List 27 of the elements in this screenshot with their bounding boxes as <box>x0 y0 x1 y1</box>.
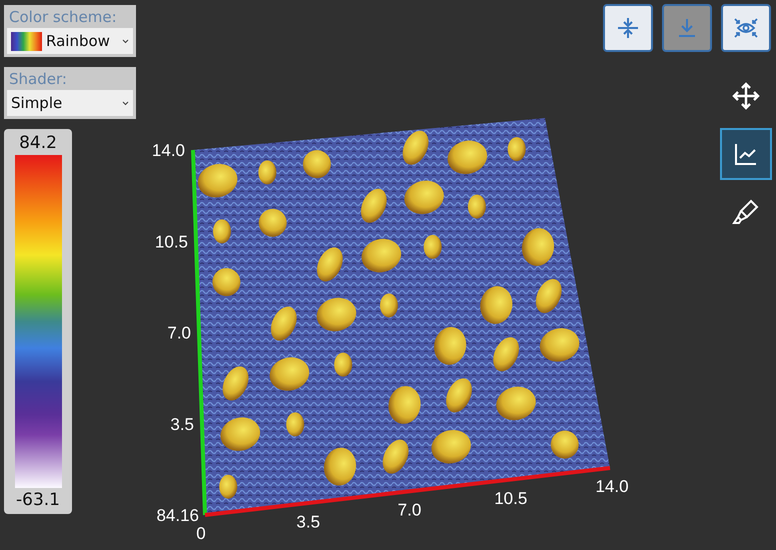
color-scheme-label: Color scheme: <box>8 8 118 26</box>
z-value-label: 84.16 <box>156 506 199 525</box>
shader-dropdown[interactable]: Simple <box>7 90 133 116</box>
x-tick-label: 3.5 <box>296 512 320 532</box>
color-scheme-dropdown[interactable]: Rainbow <box>7 28 133 54</box>
compress-button[interactable] <box>603 4 653 52</box>
x-tick-label: 10.5 <box>494 488 528 508</box>
legend-max-value: 84.2 <box>19 133 57 153</box>
x-tick-label: 0 <box>196 524 206 543</box>
y-tick-label: 7.0 <box>167 324 191 342</box>
chevron-down-icon <box>122 100 129 106</box>
move-arrows-icon <box>731 81 761 111</box>
eye-focus-icon <box>733 16 759 40</box>
focus-button[interactable] <box>721 4 771 52</box>
marker-pen-icon <box>731 197 761 227</box>
surface-plot-drawing[interactable]: 14.0 10.5 7.0 3.5 0 3.5 7.0 10.5 14.0 84.16 <box>150 105 650 545</box>
y-tick-label: 14.0 <box>152 141 185 160</box>
x-tick-label: 7.0 <box>398 500 422 520</box>
y-tick-label: 3.5 <box>170 414 194 434</box>
y-tick-label: 10.5 <box>154 232 188 252</box>
compress-icon <box>616 16 640 40</box>
legend-min-value: -63.1 <box>16 490 60 510</box>
chart-tool-button[interactable] <box>720 128 772 180</box>
x-tick-label: 14.0 <box>595 477 629 496</box>
shader-label: Shader: <box>8 70 68 88</box>
rainbow-swatch-icon <box>11 32 42 50</box>
chevron-down-icon <box>122 38 129 44</box>
